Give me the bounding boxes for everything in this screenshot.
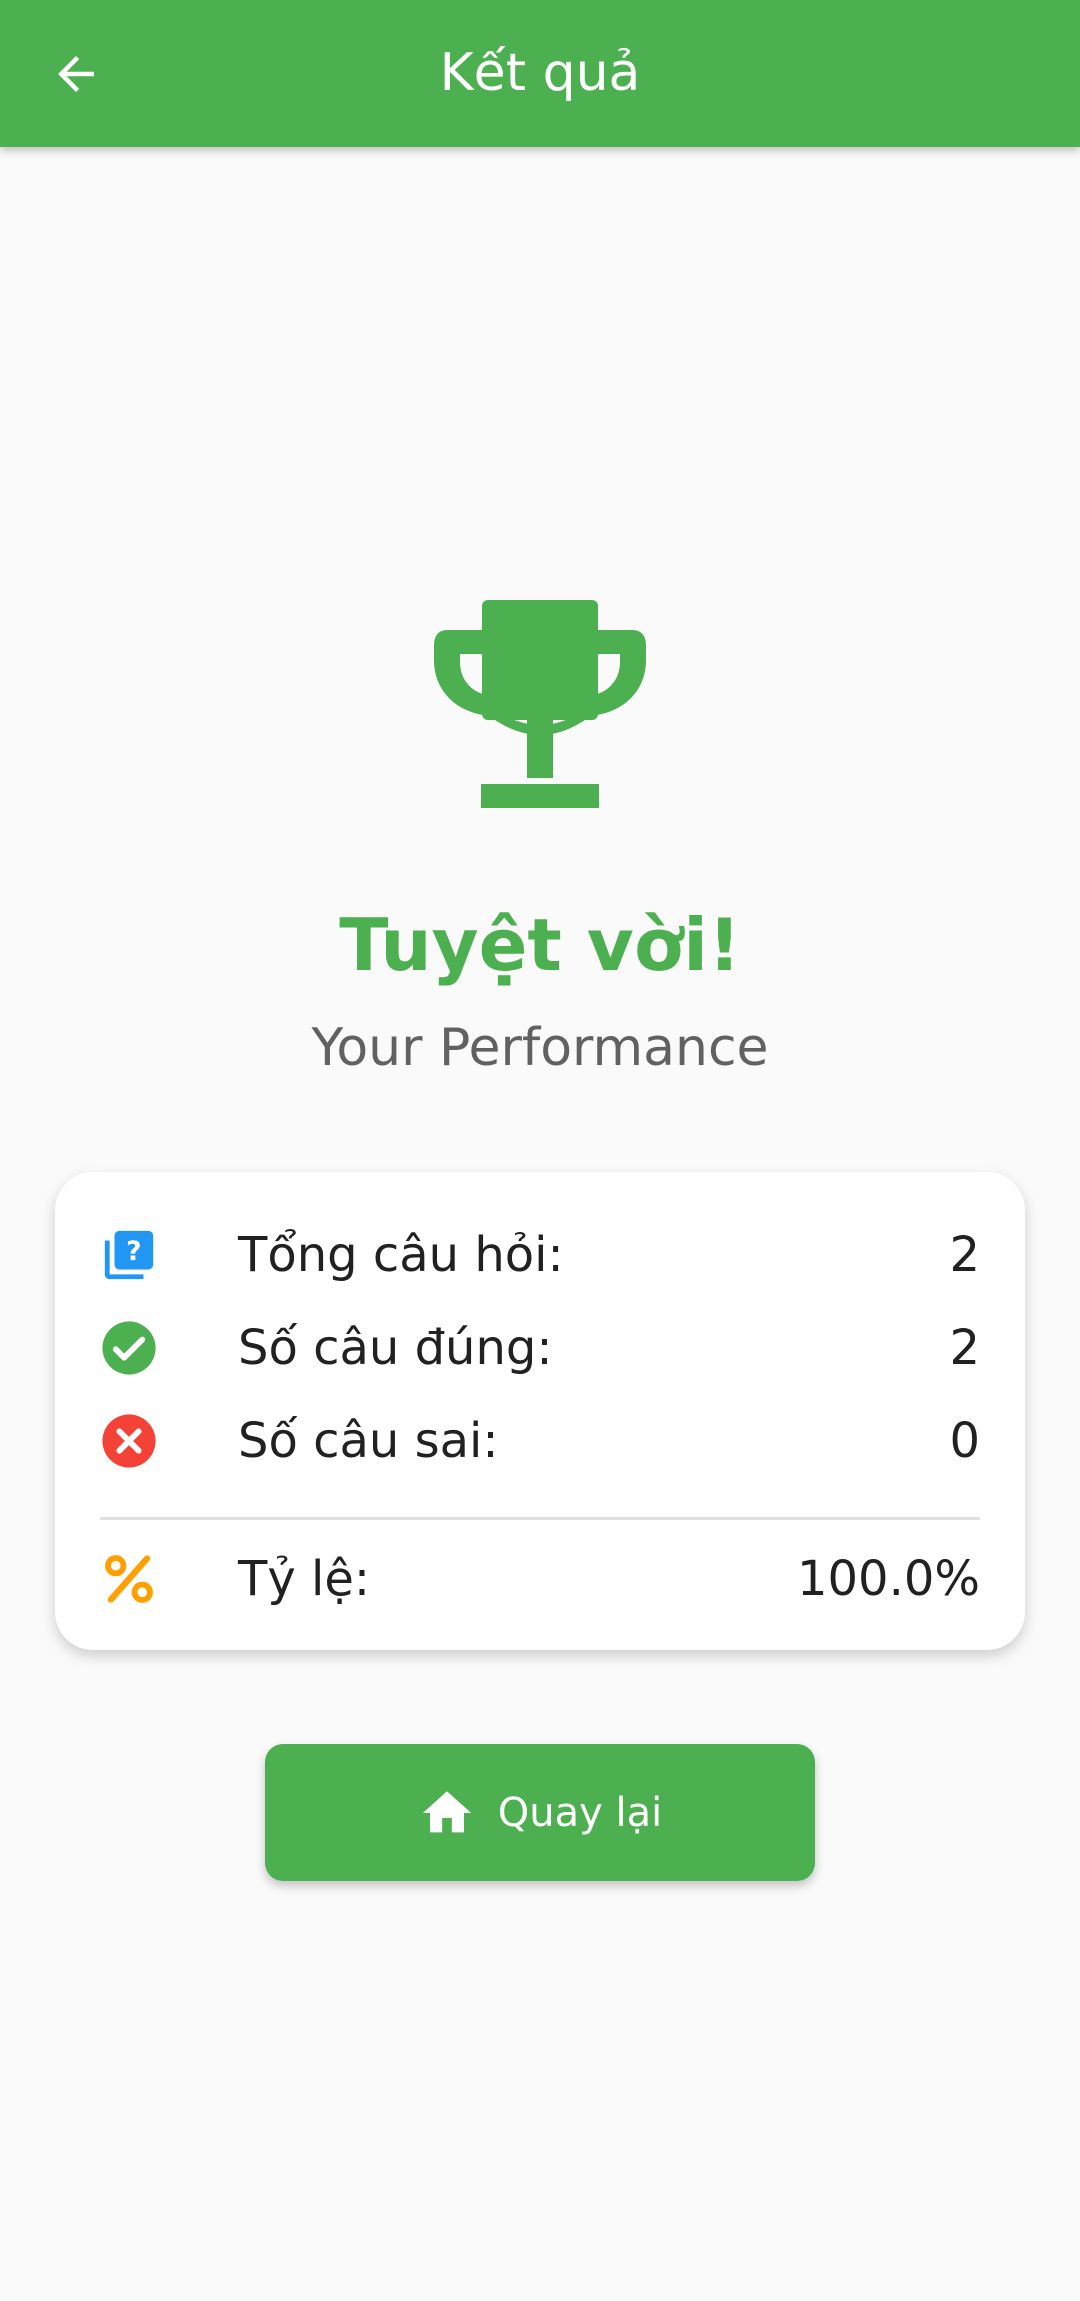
trophy-icon (434, 600, 646, 808)
home-button-label: Quay lại (497, 1789, 663, 1836)
stat-row-total: ? Tổng câu hỏi: 2 (100, 1217, 980, 1293)
percent-icon (105, 1555, 153, 1603)
page-title: Kết quả (439, 43, 641, 103)
home-button[interactable]: Quay lại (265, 1744, 815, 1881)
app-bar: Kết quả (0, 0, 1080, 147)
stat-row-wrong: Số câu sai: 0 (100, 1403, 980, 1479)
svg-text:?: ? (126, 1236, 141, 1267)
result-headline: Tuyệt vời! (339, 903, 741, 987)
cancel-icon (102, 1414, 156, 1468)
stat-row-correct: Số câu đúng: 2 (100, 1310, 980, 1386)
stat-label-rate: Tỷ lệ: (238, 1551, 371, 1607)
home-icon (422, 1790, 471, 1832)
stat-value-rate: 100.0% (796, 1551, 980, 1607)
stats-card: ? Tổng câu hỏi: 2 Số câu đúng: 2 Số câu … (55, 1172, 1025, 1650)
stats-divider (100, 1517, 980, 1520)
stat-value-total: 2 (949, 1227, 980, 1283)
stat-row-rate: Tỷ lệ: 100.0% (100, 1541, 980, 1617)
result-subtitle: Your Performance (311, 1018, 769, 1078)
stat-label-wrong: Số câu sai: (238, 1413, 499, 1469)
stat-value-wrong: 0 (949, 1413, 980, 1469)
stat-label-correct: Số câu đúng: (238, 1320, 553, 1376)
stat-label-total: Tổng câu hỏi: (238, 1227, 564, 1283)
check-circle-icon (102, 1321, 156, 1375)
stat-value-correct: 2 (949, 1320, 980, 1376)
quiz-icon: ? (104, 1230, 154, 1280)
